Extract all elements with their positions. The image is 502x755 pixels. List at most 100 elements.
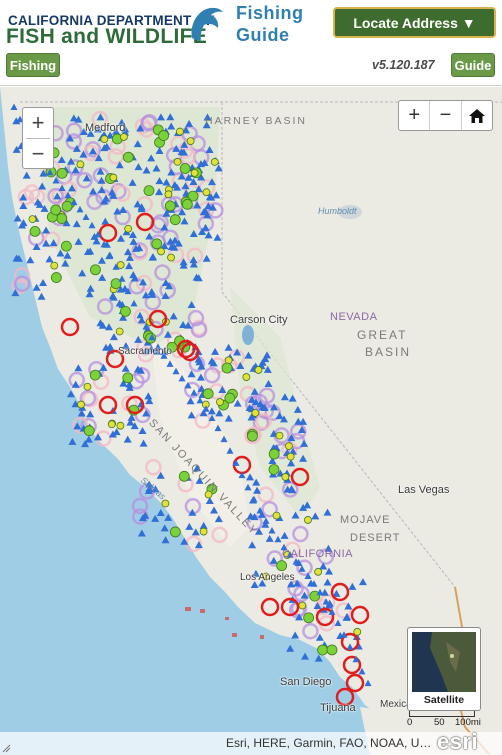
lake-marker[interactable] [13,214,22,222]
yellow-site-marker[interactable] [157,247,165,256]
lake-marker[interactable] [74,237,83,245]
yellow-site-marker[interactable] [190,169,199,177]
yellow-site-marker[interactable] [304,516,312,524]
green-site-marker[interactable] [143,185,155,197]
yellow-site-marker[interactable] [116,421,125,430]
yellow-site-marker[interactable] [262,572,270,581]
lake-marker[interactable] [108,292,117,300]
nav-zoom-out-button[interactable]: − [430,101,462,130]
lake-marker[interactable] [314,654,323,662]
coast-marker[interactable] [244,483,252,491]
access-ring-marker[interactable] [96,298,114,315]
lake-marker[interactable] [218,386,227,394]
lake-marker[interactable] [147,154,156,162]
green-site-marker[interactable] [164,200,176,212]
lake-marker[interactable] [125,262,134,270]
coast-marker[interactable] [274,535,282,543]
access-ring-marker[interactable] [292,525,309,543]
lake-marker[interactable] [117,118,126,126]
coast-marker[interactable] [82,213,90,220]
lake-marker[interactable] [167,122,176,130]
lake-marker[interactable] [299,454,308,462]
yellow-site-marker[interactable] [281,473,290,481]
lake-marker[interactable] [186,397,195,405]
yellow-site-marker[interactable] [164,190,173,199]
green-site-marker[interactable] [317,644,328,656]
lake-marker[interactable] [138,427,147,435]
lake-marker[interactable] [291,631,300,639]
regulation-marker[interactable] [260,597,280,617]
lake-marker[interactable] [213,233,222,241]
yellow-site-marker[interactable] [210,158,219,166]
lake-marker[interactable] [189,230,198,238]
coast-marker[interactable] [178,374,186,382]
lake-marker[interactable] [358,578,367,586]
regulation-marker[interactable] [105,349,125,369]
yellow-site-marker[interactable] [204,490,213,499]
lake-marker[interactable] [185,522,194,530]
yellow-site-marker[interactable] [176,127,184,136]
coast-marker[interactable] [106,251,114,259]
green-site-marker[interactable] [50,272,62,283]
lake-marker[interactable] [38,182,47,190]
green-site-marker[interactable] [56,167,68,179]
lake-marker[interactable] [195,476,204,484]
coast-marker[interactable] [214,424,222,432]
access-ring-marker[interactable] [107,148,125,165]
lake-marker[interactable] [156,509,165,517]
lake-marker[interactable] [187,411,196,419]
lake-marker[interactable] [61,259,70,267]
green-site-marker[interactable] [181,198,193,210]
lake-marker[interactable] [39,279,48,287]
yellow-site-marker[interactable] [77,400,85,409]
lake-marker[interactable] [155,147,164,155]
green-site-marker[interactable] [60,240,72,252]
lake-marker[interactable] [248,541,257,549]
lake-marker[interactable] [323,508,332,516]
lake-marker[interactable] [86,284,95,292]
lake-marker[interactable] [202,121,211,129]
access-ring-marker[interactable] [145,458,162,476]
coast-marker[interactable] [118,275,126,282]
yellow-site-marker[interactable] [109,173,118,182]
yellow-site-marker[interactable] [83,382,92,391]
lake-marker[interactable] [104,323,113,331]
lake-marker[interactable] [57,155,66,163]
yellow-site-marker[interactable] [298,601,307,610]
green-site-marker[interactable] [268,464,280,475]
yellow-site-marker[interactable] [50,261,59,270]
lake-marker[interactable] [323,578,332,586]
attribution-text[interactable]: Esri, HERE, Garmin, FAO, NOAA, U… [226,736,431,750]
lake-marker[interactable] [201,223,210,231]
lake-marker[interactable] [280,393,289,401]
coast-marker[interactable] [364,679,372,687]
yellow-site-marker[interactable] [119,133,128,141]
yellow-site-marker[interactable] [275,431,284,440]
green-site-marker[interactable] [61,200,73,212]
lake-marker[interactable] [161,536,170,544]
regulation-marker[interactable] [290,467,310,487]
lake-marker[interactable] [49,239,58,247]
lake-marker[interactable] [210,506,219,514]
lake-marker[interactable] [246,473,255,481]
green-site-marker[interactable] [89,369,101,381]
lake-marker[interactable] [149,253,158,261]
coast-marker[interactable] [226,447,234,454]
lake-marker[interactable] [224,343,233,351]
lake-marker[interactable] [224,414,233,422]
lake-marker[interactable] [250,580,259,588]
lake-marker[interactable] [116,234,125,242]
zoom-out-button[interactable]: − [23,139,53,169]
lake-marker[interactable] [269,556,278,564]
regulation-marker[interactable] [350,605,370,625]
green-site-marker[interactable] [120,306,131,317]
coast-marker[interactable] [268,527,276,534]
lake-marker[interactable] [134,335,143,343]
lake-marker[interactable] [101,217,110,225]
access-ring-marker[interactable] [154,264,171,281]
lake-marker[interactable] [193,464,202,472]
lake-marker[interactable] [262,351,271,359]
lake-marker[interactable] [300,439,309,447]
yellow-site-marker[interactable] [173,157,182,166]
lake-marker[interactable] [258,579,267,587]
